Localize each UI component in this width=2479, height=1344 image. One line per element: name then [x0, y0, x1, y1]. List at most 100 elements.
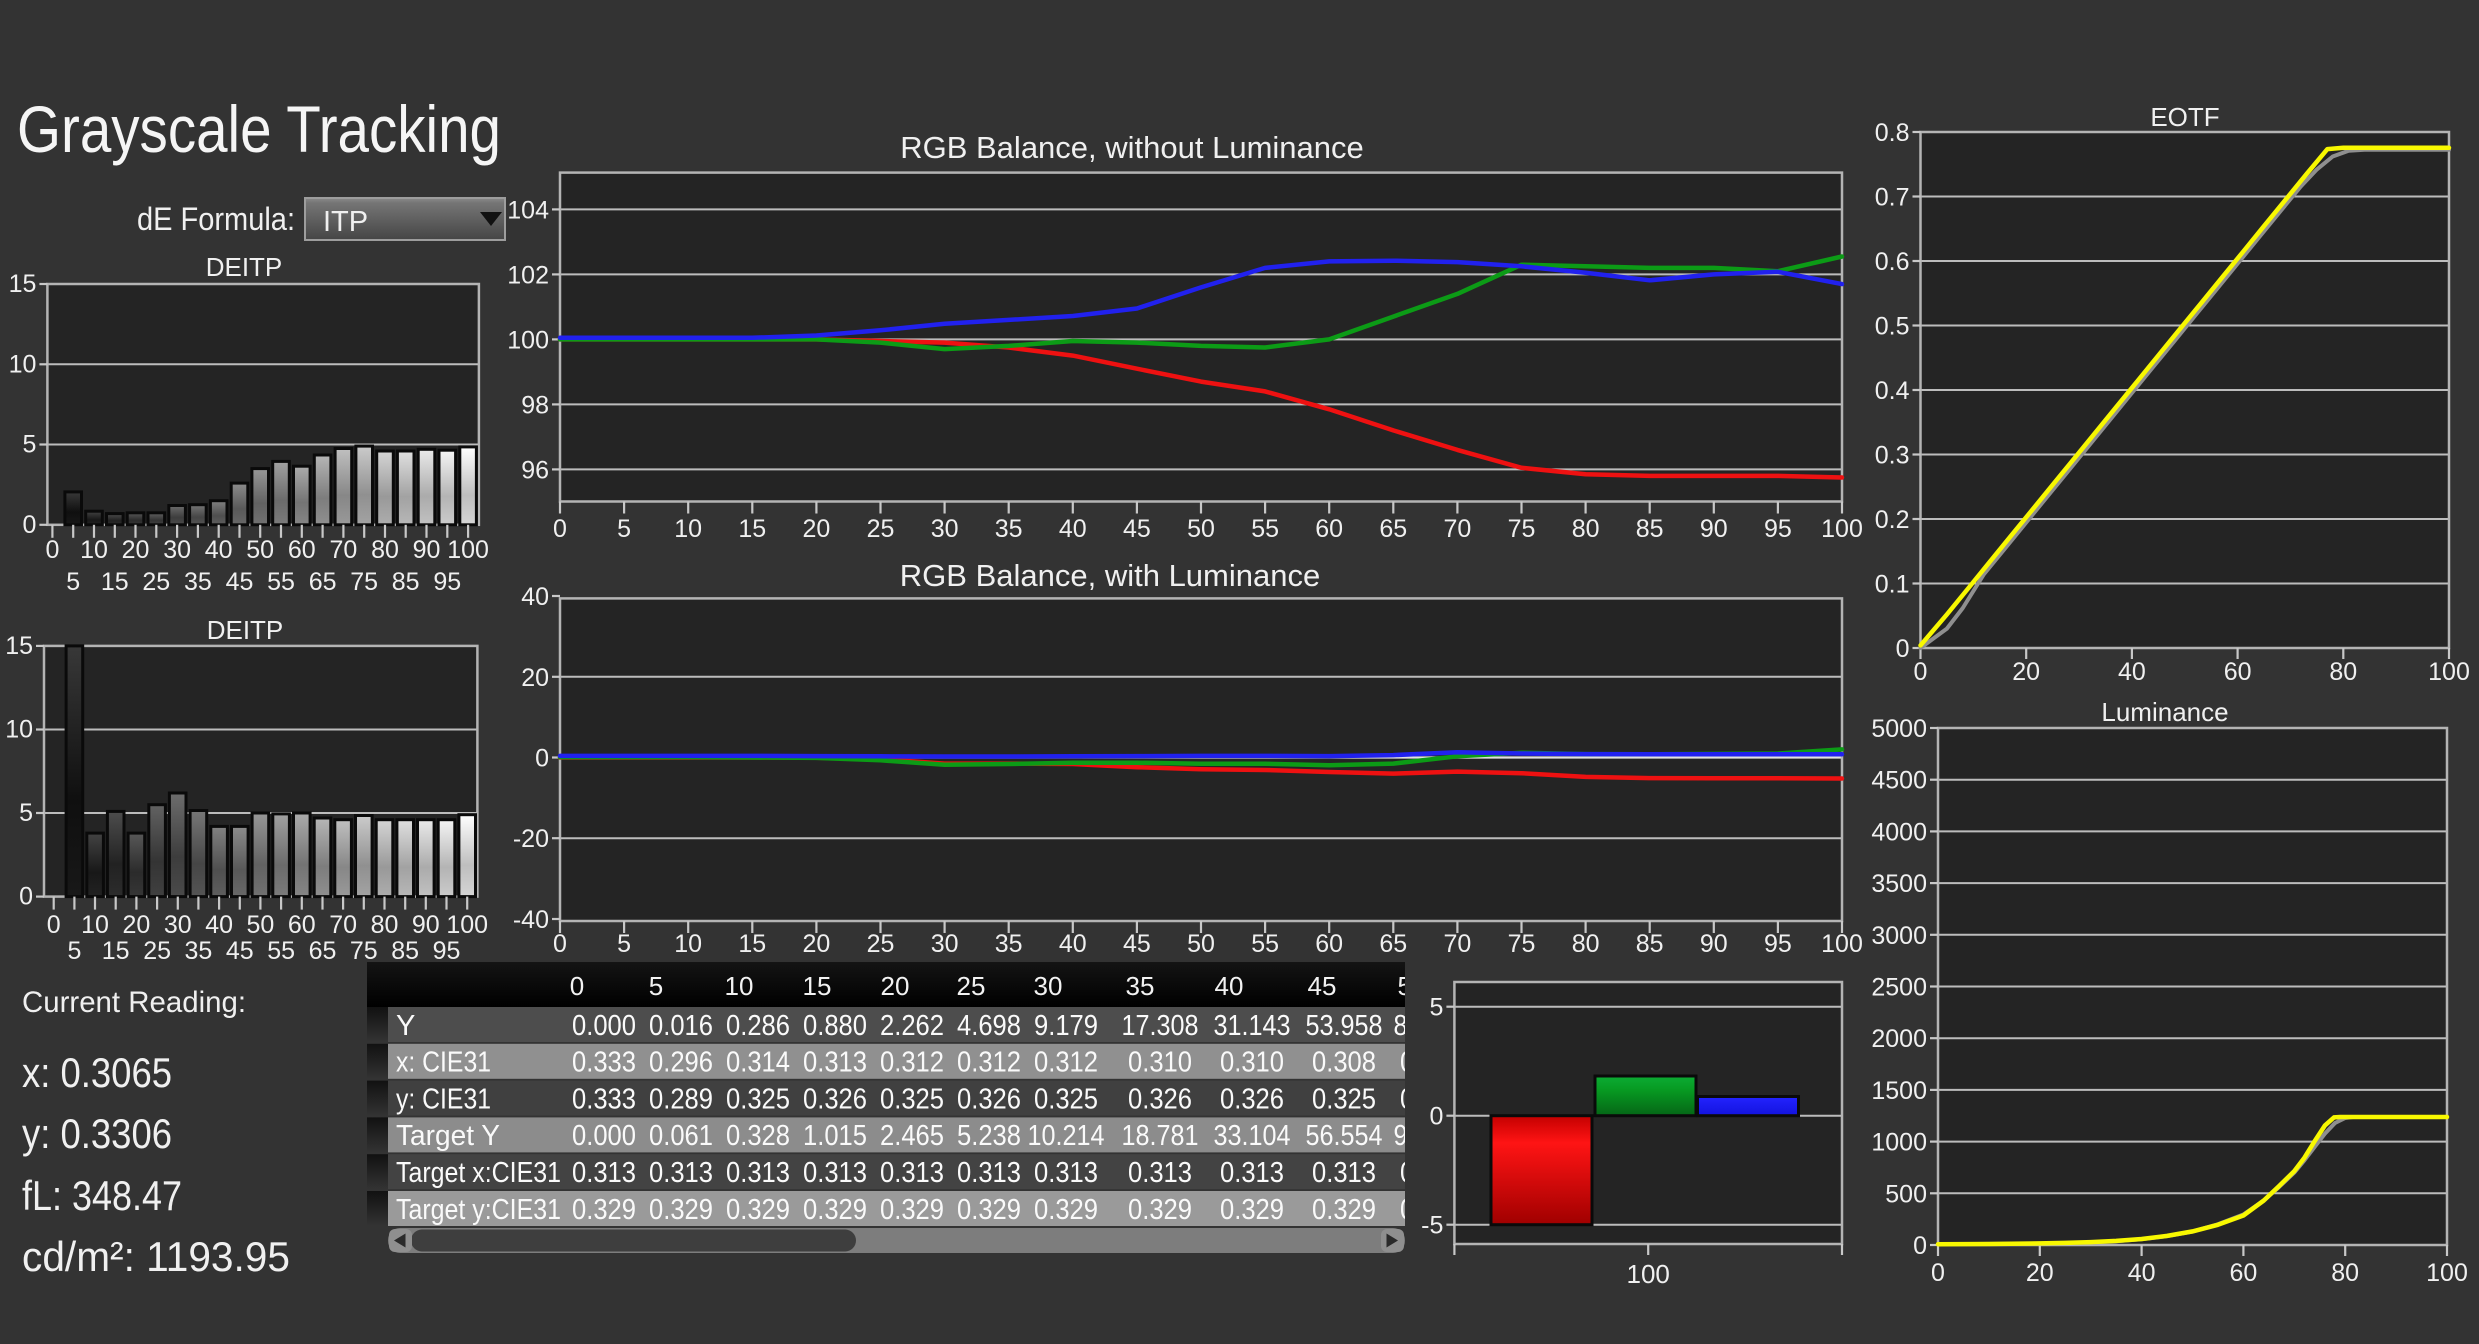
svg-text:20: 20 [2026, 1259, 2054, 1287]
svg-text:80: 80 [2329, 658, 2357, 686]
svg-text:0: 0 [1913, 1232, 1927, 1260]
svg-text:DEITP: DEITP [206, 252, 283, 282]
svg-text:0.313: 0.313 [1034, 1157, 1098, 1189]
svg-text:2.465: 2.465 [880, 1120, 944, 1152]
svg-text:2.262: 2.262 [880, 1010, 944, 1042]
svg-text:0: 0 [45, 536, 59, 564]
svg-text:60: 60 [2229, 1259, 2257, 1287]
svg-text:100: 100 [446, 911, 488, 939]
svg-text:60: 60 [1315, 515, 1343, 543]
svg-text:0.6: 0.6 [1875, 248, 1910, 276]
svg-text:0.286: 0.286 [726, 1010, 790, 1042]
svg-text:100: 100 [1821, 930, 1863, 958]
svg-text:95: 95 [1764, 930, 1792, 958]
svg-text:90: 90 [1700, 930, 1728, 958]
svg-text:5.238: 5.238 [957, 1120, 1021, 1152]
svg-text:10: 10 [80, 536, 108, 564]
svg-text:70: 70 [329, 911, 357, 939]
svg-text:0.329: 0.329 [1312, 1194, 1376, 1226]
svg-text:0.000: 0.000 [572, 1120, 636, 1152]
svg-text:0.312: 0.312 [957, 1047, 1021, 1079]
svg-text:Target y:CIE31: Target y:CIE31 [396, 1194, 561, 1226]
svg-text:100: 100 [2428, 658, 2470, 686]
svg-text:y: CIE31: y: CIE31 [396, 1083, 491, 1115]
svg-text:30: 30 [164, 911, 192, 939]
svg-text:20: 20 [2012, 658, 2040, 686]
svg-text:fL: 348.47: fL: 348.47 [22, 1172, 182, 1219]
svg-text:0.308: 0.308 [1312, 1047, 1376, 1079]
svg-text:0.000: 0.000 [572, 1010, 636, 1042]
svg-text:60: 60 [1315, 930, 1343, 958]
svg-text:95: 95 [1764, 515, 1792, 543]
svg-text:0.289: 0.289 [649, 1083, 713, 1115]
svg-text:100: 100 [1627, 1259, 1670, 1289]
svg-text:50: 50 [1187, 515, 1215, 543]
svg-text:100: 100 [447, 536, 489, 564]
svg-text:35: 35 [184, 937, 212, 965]
svg-text:0.325: 0.325 [880, 1083, 944, 1115]
svg-text:50: 50 [246, 911, 274, 939]
svg-text:5: 5 [617, 930, 631, 958]
svg-text:30: 30 [931, 930, 959, 958]
svg-text:4500: 4500 [1871, 767, 1927, 795]
svg-text:70: 70 [329, 536, 357, 564]
svg-text:5: 5 [66, 568, 80, 596]
svg-text:1.015: 1.015 [803, 1120, 867, 1152]
svg-text:4000: 4000 [1871, 818, 1927, 846]
svg-text:0.310: 0.310 [1128, 1047, 1192, 1079]
svg-text:0.313: 0.313 [649, 1157, 713, 1189]
svg-text:0.310: 0.310 [1220, 1047, 1284, 1079]
svg-text:0.326: 0.326 [1128, 1083, 1192, 1115]
svg-text:25: 25 [867, 930, 895, 958]
svg-text:15: 15 [102, 937, 130, 965]
svg-text:0.333: 0.333 [572, 1047, 636, 1079]
svg-text:70: 70 [1443, 515, 1471, 543]
svg-text:60: 60 [2224, 658, 2252, 686]
svg-text:80: 80 [371, 536, 399, 564]
svg-text:0: 0 [570, 971, 584, 1001]
svg-text:Y: Y [396, 1010, 415, 1042]
svg-text:0.2: 0.2 [1875, 506, 1910, 534]
svg-text:0.329: 0.329 [880, 1194, 944, 1226]
svg-text:2000: 2000 [1871, 1025, 1927, 1053]
svg-text:20: 20 [521, 664, 549, 692]
svg-text:15: 15 [803, 971, 832, 1001]
svg-text:0.329: 0.329 [649, 1194, 713, 1226]
svg-text:RGB Balance, with Luminance: RGB Balance, with Luminance [900, 558, 1320, 593]
svg-text:40: 40 [1059, 930, 1087, 958]
svg-text:-20: -20 [513, 825, 549, 853]
svg-text:65: 65 [1379, 515, 1407, 543]
svg-text:85: 85 [1636, 515, 1664, 543]
svg-text:10: 10 [674, 930, 702, 958]
svg-text:Target x:CIE31: Target x:CIE31 [396, 1157, 561, 1189]
svg-text:0.329: 0.329 [572, 1194, 636, 1226]
svg-text:0.329: 0.329 [803, 1194, 867, 1226]
svg-text:50: 50 [1187, 930, 1215, 958]
svg-text:10: 10 [674, 515, 702, 543]
svg-text:100: 100 [2426, 1259, 2468, 1287]
svg-text:15: 15 [738, 930, 766, 958]
svg-text:15: 15 [9, 270, 37, 298]
svg-text:30: 30 [931, 515, 959, 543]
svg-text:0.326: 0.326 [803, 1083, 867, 1115]
svg-text:0.312: 0.312 [1034, 1047, 1098, 1079]
svg-text:50: 50 [246, 536, 274, 564]
svg-text:5: 5 [19, 799, 33, 827]
svg-text:55: 55 [267, 937, 295, 965]
svg-text:30: 30 [163, 536, 191, 564]
svg-text:y: 0.3306: y: 0.3306 [22, 1110, 172, 1157]
svg-text:0.329: 0.329 [1220, 1194, 1284, 1226]
svg-text:0.325: 0.325 [1034, 1083, 1098, 1115]
svg-text:17.308: 17.308 [1122, 1010, 1199, 1042]
svg-text:25: 25 [867, 515, 895, 543]
svg-text:95: 95 [433, 937, 461, 965]
svg-text:4.698: 4.698 [957, 1010, 1021, 1042]
svg-text:5000: 5000 [1871, 715, 1927, 743]
svg-text:-5: -5 [1421, 1212, 1443, 1240]
svg-text:0.1: 0.1 [1875, 571, 1910, 599]
svg-text:0.313: 0.313 [803, 1157, 867, 1189]
svg-text:35: 35 [995, 930, 1023, 958]
svg-text:0: 0 [1896, 635, 1910, 663]
svg-text:30: 30 [1034, 971, 1063, 1001]
svg-text:10: 10 [81, 911, 109, 939]
